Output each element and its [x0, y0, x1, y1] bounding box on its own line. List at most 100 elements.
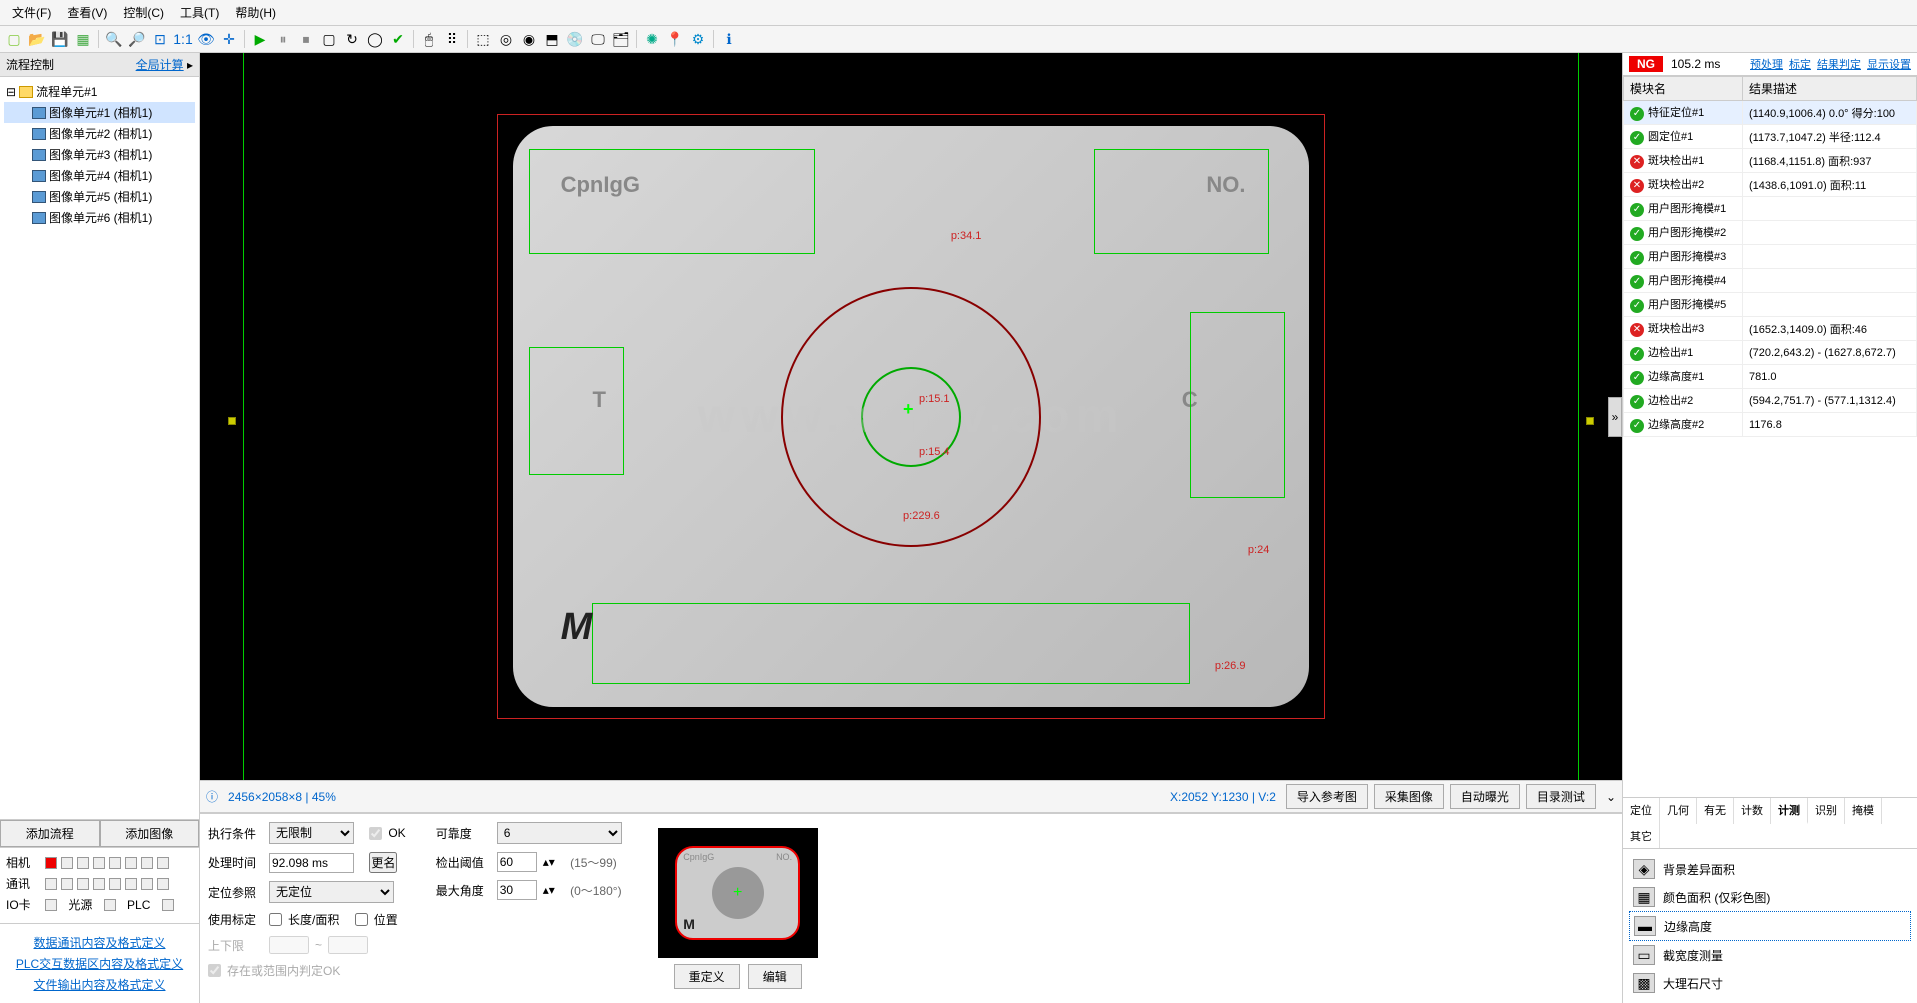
tree-item[interactable]: 图像单元#3 (相机1) — [4, 144, 195, 165]
result-link[interactable]: 结果判定 — [1817, 56, 1861, 72]
config-link[interactable]: 数据通讯内容及格式定义 — [6, 934, 193, 951]
tool-tab[interactable]: 计测 — [1771, 798, 1808, 824]
result-row[interactable]: ✓边缘高度#21176.8 — [1624, 413, 1917, 437]
result-row[interactable]: ✓用户图形掩模#4 — [1624, 269, 1917, 293]
dots-icon[interactable]: ⠿ — [442, 29, 462, 49]
tree-item[interactable]: 图像单元#4 (相机1) — [4, 165, 195, 186]
global-calc-link[interactable]: 全局计算 — [136, 58, 184, 72]
circle-tool-icon[interactable]: ◯ — [365, 29, 385, 49]
result-row[interactable]: ✓边检出#1(720.2,643.2) - (1627.8,672.7) — [1624, 341, 1917, 365]
aperture-icon[interactable]: ✺ — [642, 29, 662, 49]
tool-item[interactable]: ▩大理石尺寸 — [1629, 969, 1911, 997]
tool6-icon[interactable]: 🖵 — [588, 29, 608, 49]
eye-icon[interactable]: 👁 — [196, 29, 216, 49]
play-icon[interactable]: ▶ — [250, 29, 270, 49]
config-link[interactable]: PLC交互数据区内容及格式定义 — [6, 955, 193, 972]
refresh-icon[interactable]: ↻ — [342, 29, 362, 49]
result-row[interactable]: ✓边缘高度#1781.0 — [1624, 365, 1917, 389]
reliability-select[interactable]: 6 — [497, 822, 622, 844]
threshold-field[interactable] — [497, 852, 537, 872]
config-link[interactable]: 文件输出内容及格式定义 — [6, 976, 193, 993]
result-row[interactable]: ✓用户图形掩模#3 — [1624, 245, 1917, 269]
check-icon[interactable]: ✔ — [388, 29, 408, 49]
mouse-icon[interactable]: 🖱 — [419, 29, 439, 49]
pause-icon[interactable]: ⏸ — [273, 29, 293, 49]
tool-tab[interactable]: 掩模 — [1845, 798, 1882, 824]
result-row[interactable]: ✓边检出#2(594.2,751.7) - (577.1,1312.4) — [1624, 389, 1917, 413]
tool-tab[interactable]: 有无 — [1697, 798, 1734, 824]
check-icon: ✓ — [1630, 107, 1644, 121]
add-flow-button[interactable]: 添加流程 — [0, 820, 100, 847]
result-link[interactable]: 标定 — [1789, 56, 1811, 72]
edit-button[interactable]: 编辑 — [748, 964, 802, 989]
tool1-icon[interactable]: ⬚ — [473, 29, 493, 49]
max-angle-field[interactable] — [497, 880, 537, 900]
exec-cond-select[interactable]: 无限制 — [269, 822, 354, 844]
result-row[interactable]: ✓圆定位#1(1173.7,1047.2) 半径:112.4 — [1624, 125, 1917, 149]
tool-tab[interactable]: 识别 — [1808, 798, 1845, 824]
tree-root[interactable]: ⊟ 流程单元#1 — [4, 81, 195, 102]
tool7-icon[interactable]: 🗂 — [611, 29, 631, 49]
tool-tab[interactable]: 计数 — [1734, 798, 1771, 824]
tool-tab[interactable]: 其它 — [1623, 824, 1660, 848]
info-icon[interactable]: ℹ — [719, 29, 739, 49]
chevron-down-icon[interactable]: ⌄ — [1606, 790, 1616, 804]
tool5-icon[interactable]: 💿 — [565, 29, 585, 49]
tool3-icon[interactable]: ◉ — [519, 29, 539, 49]
tool4-icon[interactable]: ⬒ — [542, 29, 562, 49]
zoom-out-icon[interactable]: 🔎 — [127, 29, 147, 49]
gear-icon[interactable]: ⚙ — [688, 29, 708, 49]
rename-button[interactable]: 更名 — [369, 852, 397, 873]
result-row[interactable]: ✓特征定位#1(1140.9,1006.4) 0.0° 得分:100 — [1624, 101, 1917, 125]
menu-view[interactable]: 查看(V) — [59, 2, 115, 23]
tool-tab[interactable]: 定位 — [1623, 798, 1660, 824]
proc-time-field[interactable] — [269, 853, 354, 873]
result-row[interactable]: ✕斑块检出#2(1438.6,1091.0) 面积:11 — [1624, 173, 1917, 197]
one-to-one-icon[interactable]: 1:1 — [173, 29, 193, 49]
menu-help[interactable]: 帮助(H) — [227, 2, 284, 23]
redefine-button[interactable]: 重定义 — [674, 964, 740, 989]
len-area-checkbox[interactable] — [269, 913, 282, 926]
tool-tab[interactable]: 几何 — [1660, 798, 1697, 824]
crosshair-icon[interactable]: ✛ — [219, 29, 239, 49]
action-button[interactable]: 采集图像 — [1374, 784, 1444, 809]
menu-tools[interactable]: 工具(T) — [172, 2, 227, 23]
result-row[interactable]: ✓用户图形掩模#2 — [1624, 221, 1917, 245]
pin-icon[interactable]: 📍 — [665, 29, 685, 49]
menu-control[interactable]: 控制(C) — [115, 2, 172, 23]
tool-item[interactable]: ▭截宽度测量 — [1629, 941, 1911, 969]
open-icon[interactable]: 📂 — [27, 29, 47, 49]
result-link[interactable]: 预处理 — [1750, 56, 1783, 72]
stop-icon[interactable]: ⏹ — [296, 29, 316, 49]
action-button[interactable]: 导入参考图 — [1286, 784, 1368, 809]
new-icon[interactable]: ▢ — [4, 29, 24, 49]
position-checkbox[interactable] — [355, 913, 368, 926]
result-row[interactable]: ✕斑块检出#3(1652.3,1409.0) 面积:46 — [1624, 317, 1917, 341]
pos-ref-select[interactable]: 无定位 — [269, 881, 394, 903]
add-image-button[interactable]: 添加图像 — [100, 820, 200, 847]
result-row[interactable]: ✓用户图形掩模#1 — [1624, 197, 1917, 221]
zoom-in-icon[interactable]: 🔍 — [104, 29, 124, 49]
rect-icon[interactable]: ▢ — [319, 29, 339, 49]
tool-item[interactable]: ◈背景差异面积 — [1629, 855, 1911, 883]
grid-icon[interactable]: ▦ — [73, 29, 93, 49]
result-row[interactable]: ✓用户图形掩模#5 — [1624, 293, 1917, 317]
action-button[interactable]: 自动曝光 — [1450, 784, 1520, 809]
result-link[interactable]: 显示设置 — [1867, 56, 1911, 72]
tree-item[interactable]: 图像单元#6 (相机1) — [4, 207, 195, 228]
result-row[interactable]: ✕斑块检出#1(1168.4,1151.8) 面积:937 — [1624, 149, 1917, 173]
expand-right-icon[interactable]: » — [1608, 397, 1622, 437]
fit-icon[interactable]: ⊡ — [150, 29, 170, 49]
tree-item[interactable]: 图像单元#1 (相机1) — [4, 102, 195, 123]
tool2-icon[interactable]: ◎ — [496, 29, 516, 49]
menu-file[interactable]: 文件(F) — [4, 2, 59, 23]
save-icon[interactable]: 💾 — [50, 29, 70, 49]
image-viewer[interactable]: CpnIgG NO. T C + p:34.1 p:15.1 p:15.4 — [200, 53, 1622, 780]
spinner-icon[interactable]: ▴▾ — [543, 883, 555, 897]
tool-item[interactable]: ▬边缘高度 — [1629, 911, 1911, 941]
tool-item[interactable]: ▦颜色面积 (仅彩色图) — [1629, 883, 1911, 911]
tree-item[interactable]: 图像单元#5 (相机1) — [4, 186, 195, 207]
action-button[interactable]: 目录测试 — [1526, 784, 1596, 809]
tree-item[interactable]: 图像单元#2 (相机1) — [4, 123, 195, 144]
spinner-icon[interactable]: ▴▾ — [543, 855, 555, 869]
